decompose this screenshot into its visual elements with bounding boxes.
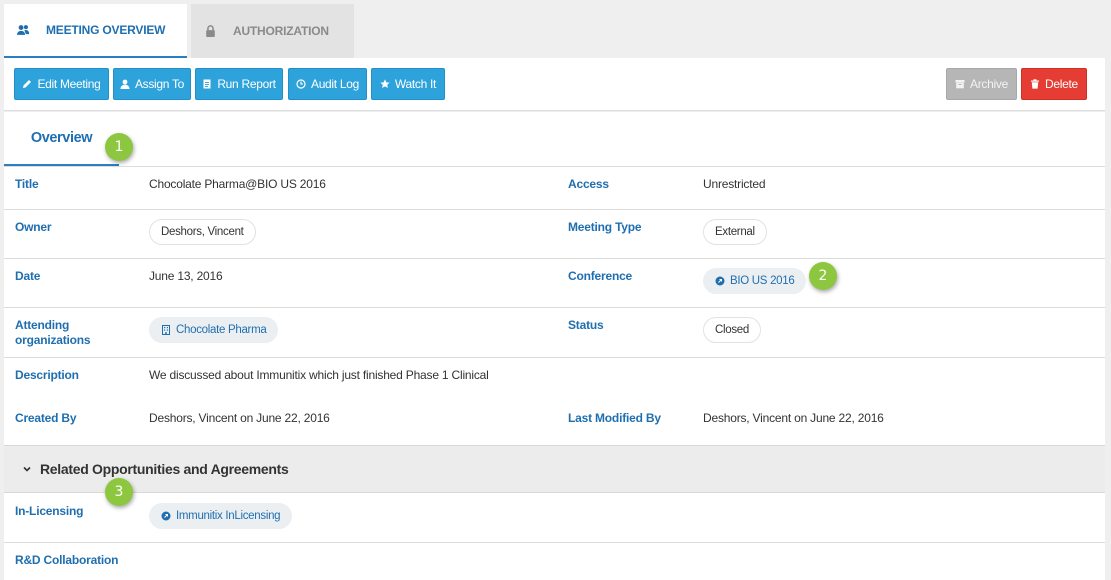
tab-meeting-overview[interactable]: MEETING OVERVIEW	[4, 4, 187, 58]
in-licensing-link[interactable]: Immunitix InLicensing	[149, 503, 293, 529]
archive-button[interactable]: Archive	[946, 68, 1017, 100]
pencil-icon	[23, 80, 32, 88]
callout-badge-2: 2	[809, 262, 837, 290]
owner-chip[interactable]: Deshors, Vincent	[149, 219, 256, 245]
link-icon	[161, 511, 171, 521]
status-chip: Closed	[703, 317, 761, 343]
callout-badge-1: 1	[105, 133, 133, 161]
title-label: Title	[15, 177, 39, 191]
title-value: Chocolate Pharma@BIO US 2016	[149, 177, 326, 191]
audit-log-button[interactable]: Audit Log	[288, 68, 367, 100]
lock-icon	[203, 24, 217, 38]
users-icon	[16, 23, 30, 37]
chevron-down-icon	[23, 466, 31, 472]
run-report-button[interactable]: Run Report	[195, 68, 283, 100]
access-value: Unrestricted	[703, 177, 766, 191]
trash-icon	[1031, 79, 1040, 89]
link-icon	[715, 276, 725, 286]
report-icon	[203, 79, 211, 89]
conference-link[interactable]: BIO US 2016	[703, 268, 807, 294]
tab-label: MEETING OVERVIEW	[46, 23, 166, 37]
created-by-label: Created By	[15, 411, 77, 425]
field-row-attending: Attending organizations Chocolate Pharma…	[4, 307, 1105, 358]
tab-label: AUTHORIZATION	[233, 24, 329, 38]
watch-it-button[interactable]: Watch It	[371, 68, 445, 100]
attending-label: Attending organizations	[15, 318, 91, 347]
in-licensing-label: In-Licensing	[15, 504, 84, 518]
edit-meeting-button[interactable]: Edit Meeting	[14, 68, 109, 100]
owner-label: Owner	[15, 220, 52, 234]
overview-section-tab[interactable]: Overview	[4, 112, 119, 166]
building-icon	[162, 325, 170, 335]
field-row-rd-collaboration: R&D Collaboration	[4, 542, 1105, 580]
field-row-date: Date June 13, 2016 Conference BIO US 201…	[4, 258, 1105, 308]
date-label: Date	[15, 269, 41, 283]
created-by-value: Deshors, Vincent on June 22, 2016	[149, 411, 330, 425]
description-value: We discussed about Immunitix which just …	[149, 368, 489, 382]
overview-panel: Overview 1 Title Chocolate Pharma@BIO US…	[4, 112, 1105, 580]
last-modified-value: Deshors, Vincent on June 22, 2016	[703, 411, 884, 425]
star-icon	[380, 79, 390, 88]
meeting-type-label: Meeting Type	[568, 220, 642, 234]
description-label: Description	[15, 368, 79, 382]
action-toolbar: Edit Meeting Assign To Run Report Audit …	[4, 58, 1105, 111]
top-tab-bar: MEETING OVERVIEW AUTHORIZATION	[0, 0, 1111, 58]
rd-collaboration-label: R&D Collaboration	[15, 553, 119, 567]
attending-org-link[interactable]: Chocolate Pharma	[149, 317, 279, 343]
field-row-description: Description We discussed about Immunitix…	[4, 357, 1105, 445]
access-label: Access	[568, 177, 609, 191]
user-icon	[120, 79, 130, 89]
tab-authorization[interactable]: AUTHORIZATION	[191, 4, 354, 58]
related-section-header[interactable]: Related Opportunities and Agreements	[4, 445, 1105, 493]
status-label: Status	[568, 318, 604, 332]
meeting-type-chip: External	[703, 219, 767, 245]
conference-label: Conference	[568, 269, 633, 283]
archive-icon	[955, 80, 965, 89]
field-row-owner: Owner Deshors, Vincent Meeting Type Exte…	[4, 209, 1105, 258]
assign-to-button[interactable]: Assign To	[113, 68, 191, 100]
date-value: June 13, 2016	[149, 269, 223, 283]
related-section-title: Related Opportunities and Agreements	[40, 461, 289, 477]
clock-icon	[296, 79, 306, 89]
last-modified-label: Last Modified By	[568, 411, 661, 425]
field-row-title: Title Chocolate Pharma@BIO US 2016 Acces…	[4, 166, 1105, 210]
field-row-in-licensing: In-Licensing Immunitix InLicensing	[4, 493, 1105, 543]
delete-button[interactable]: Delete	[1021, 68, 1087, 100]
